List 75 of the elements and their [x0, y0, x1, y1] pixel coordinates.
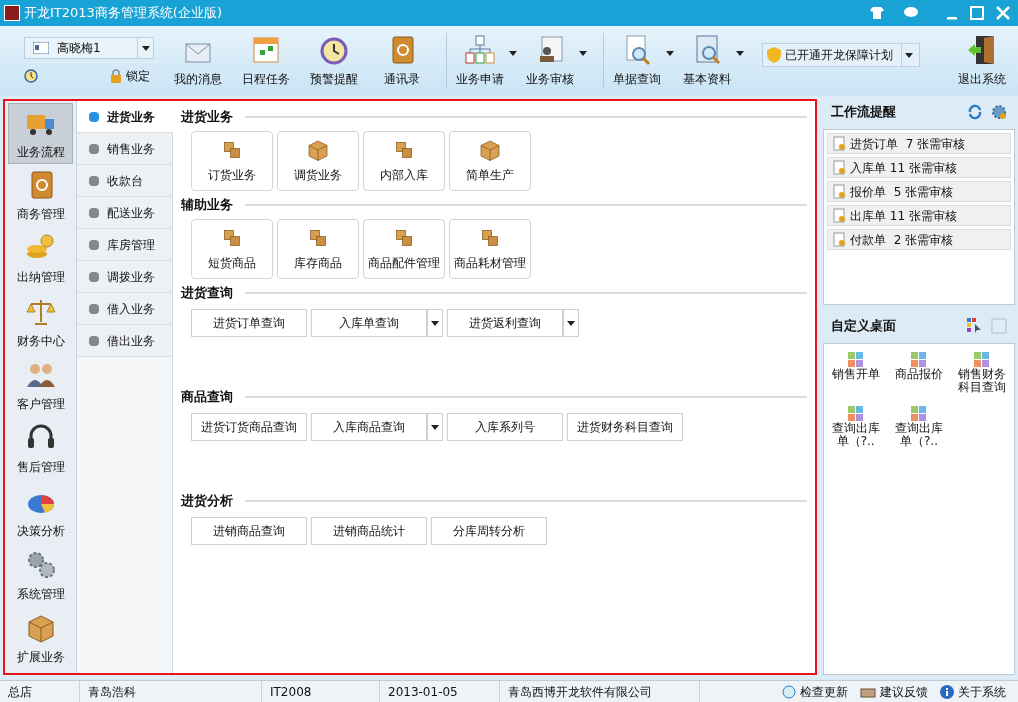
- workflow-item[interactable]: 付款单 2 张需审核: [827, 229, 1011, 250]
- toolbar-button[interactable]: 单据查询: [612, 34, 662, 88]
- lock-button[interactable]: 锁定: [106, 67, 154, 85]
- status-cell: 青岛西博开龙软件有限公司: [500, 681, 700, 702]
- module-item[interactable]: 售后管理: [5, 417, 76, 481]
- user-name: 高晓梅1: [57, 40, 101, 57]
- query-button[interactable]: 进货订货商品查询: [191, 413, 307, 441]
- query-button[interactable]: 分库周转分析: [431, 517, 547, 545]
- sub-nav-item[interactable]: 借出业务: [77, 325, 172, 357]
- desktop-shortcut[interactable]: 查询出库单（?..: [887, 406, 951, 448]
- status-cell: 总店: [0, 681, 80, 702]
- sub-nav-item[interactable]: 调拨业务: [77, 261, 172, 293]
- function-tile[interactable]: 简单生产: [449, 131, 531, 191]
- sub-nav-item[interactable]: 进货业务: [77, 101, 173, 133]
- toolbar-button[interactable]: 我的消息: [166, 34, 230, 88]
- query-button[interactable]: 进销商品查询: [191, 517, 307, 545]
- status-link[interactable]: 关于系统: [940, 682, 1006, 701]
- toolbar-button[interactable]: 预警提醒: [302, 34, 366, 88]
- section-title: 商品查询: [181, 388, 233, 407]
- module-item[interactable]: 系统管理: [5, 544, 76, 608]
- module-item[interactable]: 出纳管理: [5, 227, 76, 292]
- status-link[interactable]: 检查更新: [782, 682, 848, 701]
- desktop-shortcut[interactable]: 商品报价: [887, 352, 951, 394]
- query-button[interactable]: 入库商品查询: [311, 413, 427, 441]
- module-item[interactable]: 扩展业务: [5, 607, 76, 671]
- toolbar-button[interactable]: 业务申请: [455, 34, 505, 88]
- toolbar-button[interactable]: 业务审核: [525, 34, 575, 88]
- query-button[interactable]: 进货返利查询: [447, 309, 563, 337]
- query-button[interactable]: 进货订单查询: [191, 309, 307, 337]
- section-title: 进货分析: [181, 492, 233, 511]
- module-item[interactable]: 商务管理: [5, 164, 76, 228]
- workflow-item[interactable]: 入库单 11 张需审核: [827, 157, 1011, 178]
- module-item[interactable]: 客户管理: [5, 354, 76, 418]
- function-tile[interactable]: 短货商品: [191, 219, 273, 279]
- workflow-item[interactable]: 出库单 11 张需审核: [827, 205, 1011, 226]
- status-link[interactable]: 建议反馈: [860, 682, 928, 701]
- module-item[interactable]: 财务中心: [5, 291, 76, 355]
- module-item[interactable]: 决策分析: [5, 481, 76, 545]
- module-item[interactable]: 业务流程: [8, 103, 73, 165]
- desktop-shortcut[interactable]: 销售财务科目查询: [950, 352, 1014, 394]
- sub-nav-item[interactable]: 借入业务: [77, 293, 172, 325]
- sub-nav-item[interactable]: 配送业务: [77, 197, 172, 229]
- function-tile[interactable]: 调货业务: [277, 131, 359, 191]
- section-title: 辅助业务: [181, 196, 233, 215]
- query-button[interactable]: 进货财务科目查询: [567, 413, 683, 441]
- sub-nav-item[interactable]: 库房管理: [77, 229, 172, 261]
- workflow-item[interactable]: 进货订单 7 张需审核: [827, 133, 1011, 154]
- exit-button[interactable]: 退出系统: [958, 34, 1006, 88]
- sub-nav-item[interactable]: 销售业务: [77, 133, 172, 165]
- function-tile[interactable]: 内部入库: [363, 131, 445, 191]
- function-tile[interactable]: 库存商品: [277, 219, 359, 279]
- desktop-shortcut[interactable]: 销售开单: [824, 352, 888, 394]
- workflow-item[interactable]: 报价单 5 张需审核: [827, 181, 1011, 202]
- sub-nav-item[interactable]: 收款台: [77, 165, 172, 197]
- query-button[interactable]: 入库系列号: [447, 413, 563, 441]
- status-cell: 2013-01-05: [380, 681, 500, 702]
- function-tile[interactable]: 订货业务: [191, 131, 273, 191]
- status-cell: IT2008: [262, 681, 380, 702]
- query-button[interactable]: 进销商品统计: [311, 517, 427, 545]
- status-cell: 青岛浩科: [80, 681, 262, 702]
- toolbar-button[interactable]: 基本资料: [682, 34, 732, 88]
- function-tile[interactable]: 商品耗材管理: [449, 219, 531, 279]
- function-tile[interactable]: 商品配件管理: [363, 219, 445, 279]
- query-button[interactable]: 入库单查询: [311, 309, 427, 337]
- guarantee-dropdown[interactable]: 已开通开龙保障计划: [762, 43, 920, 67]
- panel-title: 工作流提醒: [831, 103, 896, 122]
- section-title: 进货查询: [181, 284, 233, 303]
- section-title: 进货业务: [181, 108, 233, 127]
- toolbar-button[interactable]: 日程任务: [234, 34, 298, 88]
- toolbar-button[interactable]: 通讯录: [370, 34, 434, 88]
- window-title: 开龙IT2013商务管理系统(企业版): [24, 4, 222, 23]
- panel-title: 自定义桌面: [831, 317, 896, 336]
- user-dropdown[interactable]: 高晓梅1: [24, 37, 154, 59]
- desktop-shortcut[interactable]: 查询出库单（?..: [824, 406, 888, 448]
- guarantee-label: 已开通开龙保障计划: [785, 47, 893, 64]
